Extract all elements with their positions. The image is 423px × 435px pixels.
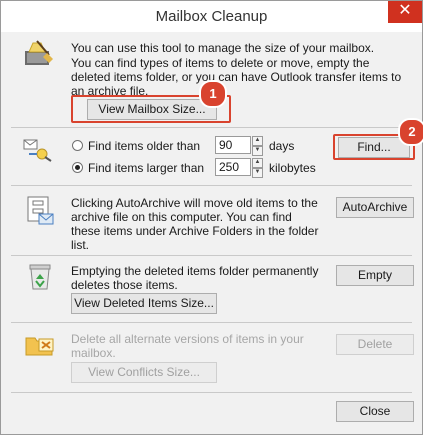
empty-button[interactable]: Empty — [336, 265, 414, 286]
conflicts-folder-icon — [25, 337, 54, 356]
divider — [11, 185, 412, 186]
view-conflicts-size-button[interactable]: View Conflicts Size... — [71, 362, 217, 383]
larger-than-input[interactable] — [215, 158, 251, 176]
find-older-label: Find items older than — [88, 139, 201, 153]
find-older-radio[interactable] — [72, 140, 83, 151]
spin-down-icon[interactable]: ▼ — [252, 168, 263, 178]
close-window-icon[interactable]: ✕ — [388, 1, 422, 23]
divider — [11, 322, 412, 323]
mailbox-size-description: You can find types of items to delete or… — [71, 56, 402, 98]
find-larger-label: Find items larger than — [88, 161, 205, 175]
larger-than-spinner[interactable]: ▲ ▼ — [252, 158, 263, 178]
step-badge-1: 1 — [199, 80, 227, 108]
divider — [11, 127, 412, 128]
divider — [11, 255, 412, 256]
window-title: Mailbox Cleanup — [155, 8, 268, 25]
spin-up-icon[interactable]: ▲ — [252, 136, 263, 146]
divider — [11, 392, 412, 393]
find-items-icon — [23, 139, 52, 162]
autoarchive-icon — [27, 196, 54, 225]
mailbox-broom-icon — [25, 40, 53, 65]
title-bar: Mailbox Cleanup ✕ — [1, 1, 422, 32]
close-button[interactable]: Close — [336, 401, 414, 422]
older-than-unit: days — [269, 139, 295, 153]
spin-down-icon[interactable]: ▼ — [252, 146, 263, 156]
spin-up-icon[interactable]: ▲ — [252, 158, 263, 168]
autoarchive-description: Clicking AutoArchive will move old items… — [71, 196, 319, 252]
older-than-input[interactable] — [215, 136, 251, 154]
larger-than-unit: kilobytes — [269, 161, 316, 175]
conflicts-description: Delete all alternate versions of items i… — [71, 332, 304, 360]
autoarchive-button[interactable]: AutoArchive — [336, 197, 414, 218]
empty-deleted-description: Emptying the deleted items folder perman… — [71, 264, 319, 292]
mailbox-cleanup-dialog: Mailbox Cleanup ✕ You can use this tool … — [0, 0, 423, 435]
delete-conflicts-button[interactable]: Delete — [336, 334, 414, 355]
recycle-bin-icon — [29, 264, 51, 290]
older-than-spinner[interactable]: ▲ ▼ — [252, 136, 263, 156]
mailbox-size-intro: You can use this tool to manage the size… — [71, 41, 375, 55]
step-badge-2: 2 — [398, 118, 423, 146]
view-deleted-items-size-button[interactable]: View Deleted Items Size... — [71, 293, 217, 314]
find-larger-radio[interactable] — [72, 162, 83, 173]
